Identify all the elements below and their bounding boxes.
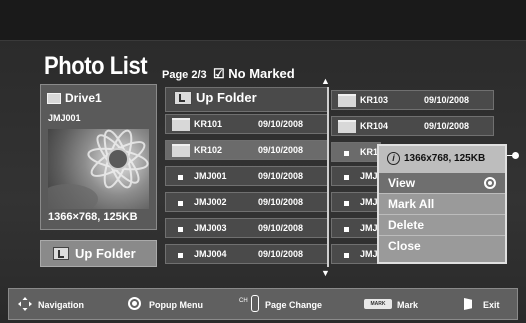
popup-info-bar: i 1366x768, 125KB (379, 146, 505, 173)
list-item[interactable]: KR104 09/10/2008 (331, 116, 494, 136)
exit-icon (464, 298, 472, 310)
file-bullet-icon (178, 253, 183, 258)
mark-status: ☑ No Marked (213, 66, 295, 81)
mark-key-icon: MARK (364, 299, 392, 309)
ch-key-label: CH (239, 298, 248, 304)
up-folder-label: Up Folder (75, 246, 136, 261)
folder-icon (338, 120, 356, 133)
list-item[interactable]: KR101 09/10/2008 (165, 114, 328, 134)
file-bullet-icon (344, 227, 349, 232)
folder-icon (172, 118, 190, 131)
photo-thumbnail (48, 129, 149, 209)
photo-list-screen: Photo List Page 2/3 ☑ No Marked ▲ ▼ Driv… (0, 0, 526, 323)
list-item[interactable]: JMJ (331, 166, 381, 186)
file-bullet-icon (178, 227, 183, 232)
menu-item-delete[interactable]: Delete (379, 215, 505, 236)
file-bullet-icon (344, 201, 349, 206)
list-item[interactable]: JMJ002 09/10/2008 (165, 192, 328, 212)
page-indicator: Page 2/3 (162, 69, 207, 81)
help-mark: Mark (397, 300, 419, 310)
list-item[interactable]: JMJ (331, 244, 381, 264)
file-bullet-icon (178, 201, 183, 206)
help-popup-menu: Popup Menu (149, 300, 203, 310)
popup-menu: i 1366x768, 125KB View Mark All Delete C… (377, 144, 507, 264)
up-folder-icon (174, 91, 192, 105)
menu-item-view[interactable]: View (379, 173, 505, 194)
list-item[interactable]: JMJ004 09/10/2008 (165, 244, 328, 264)
file-bullet-icon (344, 151, 349, 156)
list-item[interactable]: JMJ003 09/10/2008 (165, 218, 328, 238)
list-item[interactable]: KR102 09/10/2008 (165, 140, 328, 160)
list-item[interactable]: JMJ001 09/10/2008 (165, 166, 328, 186)
dpad-icon (18, 297, 32, 311)
selected-filename: JMJ001 (48, 113, 81, 123)
column-divider (327, 87, 329, 267)
ok-circle-icon (128, 297, 141, 310)
folder-icon (338, 94, 356, 107)
help-page-change: Page Change (265, 300, 323, 310)
list-item[interactable]: KR1 (331, 142, 381, 162)
scroll-down-arrow-icon[interactable]: ▼ (321, 268, 330, 278)
help-bar: Navigation Popup Menu CH Page Change MAR… (8, 288, 518, 320)
drive-label: Drive1 (65, 91, 102, 105)
drive-header: Drive1 (47, 91, 102, 105)
resolution-label: 1366×768, 125KB (48, 211, 138, 223)
list-item[interactable]: JMJ (331, 218, 381, 238)
up-folder-icon (53, 247, 69, 260)
folder-icon (47, 93, 61, 105)
popup-info-text: 1366x768, 125KB (404, 153, 486, 164)
ch-rocker-icon (251, 295, 259, 312)
selected-radio-icon (484, 177, 496, 189)
menu-item-close[interactable]: Close (379, 236, 505, 257)
page-title: Photo List (44, 52, 148, 80)
menu-item-mark-all[interactable]: Mark All (379, 194, 505, 215)
scroll-up-arrow-icon[interactable]: ▲ (321, 76, 330, 86)
folder-icon (172, 144, 190, 157)
info-icon: i (387, 152, 400, 165)
callout-dot (512, 152, 519, 159)
list-item[interactable]: JMJ (331, 192, 381, 212)
help-exit: Exit (483, 300, 500, 310)
preview-panel: Drive1 JMJ001 1366×768, 125KB (40, 84, 157, 230)
up-folder-row[interactable]: Up Folder (165, 87, 328, 112)
file-bullet-icon (178, 175, 183, 180)
file-bullet-icon (344, 175, 349, 180)
top-band (0, 0, 526, 41)
list-item[interactable]: KR103 09/10/2008 (331, 90, 494, 110)
help-navigation: Navigation (38, 300, 85, 310)
file-bullet-icon (344, 253, 349, 258)
up-folder-button[interactable]: Up Folder (40, 240, 157, 267)
